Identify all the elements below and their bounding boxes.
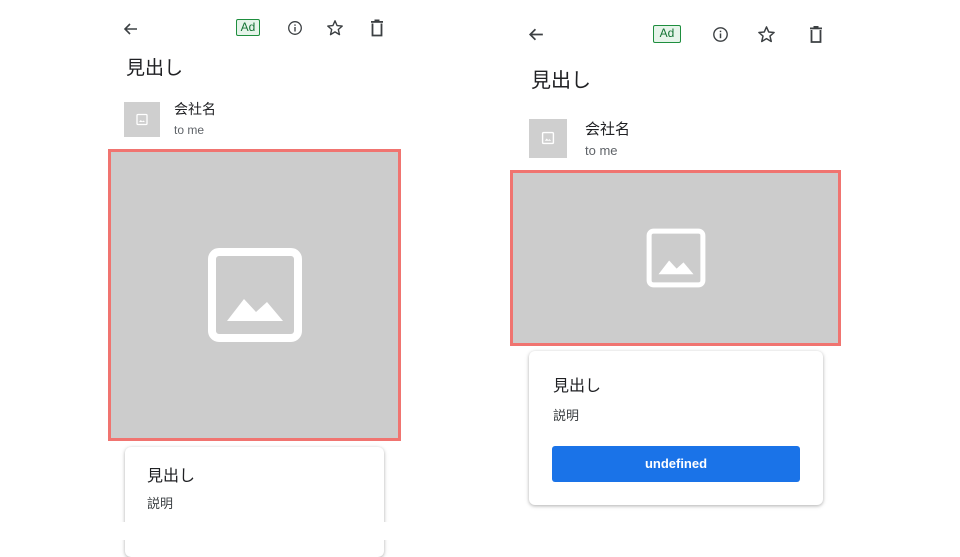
sender-avatar	[529, 119, 567, 158]
card-title: 見出し	[147, 466, 196, 485]
cta-button[interactable]: undefined	[552, 446, 800, 482]
image-placeholder-icon	[207, 248, 302, 342]
trash-icon[interactable]	[808, 25, 824, 44]
image-placeholder-icon	[541, 129, 555, 148]
image-placeholder-icon	[136, 110, 148, 129]
ad-card[interactable]: 見出し 説明	[125, 447, 384, 557]
hero-image-placeholder[interactable]	[108, 149, 401, 441]
email-headline: 見出し	[531, 68, 591, 92]
ad-badge: Ad	[653, 25, 681, 43]
email-headline: 見出し	[126, 57, 184, 79]
card-description: 説明	[553, 409, 580, 424]
star-icon[interactable]	[326, 19, 344, 37]
viewport-clip	[100, 522, 420, 540]
sender-name: 会社名	[585, 120, 631, 138]
card-title: 見出し	[553, 376, 602, 395]
sender-name: 会社名	[174, 102, 216, 118]
recipient-line: to me	[585, 143, 618, 158]
image-placeholder-icon	[646, 228, 705, 288]
arrow-left-icon[interactable]	[122, 20, 140, 38]
ad-badge: Ad	[236, 19, 260, 36]
info-icon[interactable]	[712, 26, 729, 43]
sender-avatar	[124, 102, 160, 137]
hero-image-placeholder[interactable]	[510, 170, 841, 346]
recipient-line: to me	[174, 123, 205, 137]
trash-icon[interactable]	[369, 19, 385, 37]
card-description: 説明	[147, 497, 174, 512]
ad-card[interactable]: 見出し 説明 undefined	[529, 351, 823, 505]
arrow-left-icon[interactable]	[527, 25, 546, 44]
info-icon[interactable]	[287, 20, 303, 36]
star-icon[interactable]	[757, 25, 776, 44]
